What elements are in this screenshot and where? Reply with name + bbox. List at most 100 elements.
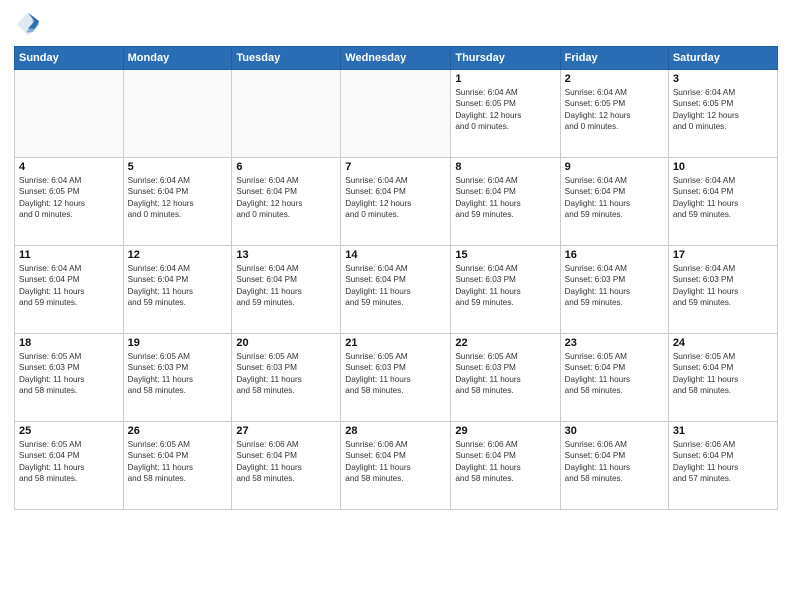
calendar-cell: 5 Sunrise: 6:04 AM Sunset: 6:04 PM Daylig… <box>123 158 232 246</box>
calendar-cell: 26 Sunrise: 6:05 AM Sunset: 6:04 PM Dayli… <box>123 422 232 510</box>
day-number: 30 <box>565 425 664 437</box>
day-number: 9 <box>565 161 664 173</box>
day-number: 28 <box>345 425 446 437</box>
calendar-header-friday: Friday <box>560 47 668 70</box>
day-info: Sunrise: 6:04 AM Sunset: 6:03 PM Dayligh… <box>455 263 555 309</box>
calendar-cell: 30 Sunrise: 6:06 AM Sunset: 6:04 PM Dayli… <box>560 422 668 510</box>
day-number: 25 <box>19 425 119 437</box>
calendar-header-wednesday: Wednesday <box>341 47 451 70</box>
day-info: Sunrise: 6:05 AM Sunset: 6:04 PM Dayligh… <box>673 351 773 397</box>
day-info: Sunrise: 6:05 AM Sunset: 6:03 PM Dayligh… <box>236 351 336 397</box>
day-info: Sunrise: 6:04 AM Sunset: 6:04 PM Dayligh… <box>128 263 228 309</box>
day-number: 16 <box>565 249 664 261</box>
calendar-header-saturday: Saturday <box>668 47 777 70</box>
logo <box>14 10 46 38</box>
calendar-cell: 29Sunrise: 6:06 AM Sunset: 6:04 PM Dayli… <box>451 422 560 510</box>
day-number: 19 <box>128 337 228 349</box>
calendar-cell: 24 Sunrise: 6:05 AM Sunset: 6:04 PM Dayli… <box>668 334 777 422</box>
day-number: 2 <box>565 73 664 85</box>
day-number: 26 <box>128 425 228 437</box>
calendar-cell <box>15 70 124 158</box>
day-info: Sunrise: 6:06 AM Sunset: 6:04 PM Dayligh… <box>345 439 446 485</box>
calendar-cell: 14 Sunrise: 6:04 AM Sunset: 6:04 PM Dayli… <box>341 246 451 334</box>
day-info: Sunrise: 6:06 AM Sunset: 6:04 PM Dayligh… <box>236 439 336 485</box>
day-number: 13 <box>236 249 336 261</box>
day-info: Sunrise: 6:04 AM Sunset: 6:05 PM Dayligh… <box>565 87 664 133</box>
day-info: Sunrise: 6:04 AM Sunset: 6:04 PM Dayligh… <box>19 263 119 309</box>
calendar-cell <box>232 70 341 158</box>
day-info: Sunrise: 6:04 AM Sunset: 6:04 PM Dayligh… <box>565 175 664 221</box>
day-number: 27 <box>236 425 336 437</box>
logo-icon <box>14 10 42 38</box>
calendar-cell: 28 Sunrise: 6:06 AM Sunset: 6:04 PM Dayli… <box>341 422 451 510</box>
day-number: 4 <box>19 161 119 173</box>
calendar-cell: 11 Sunrise: 6:04 AM Sunset: 6:04 PM Dayli… <box>15 246 124 334</box>
calendar-cell: 8 Sunrise: 6:04 AM Sunset: 6:04 PM Daylig… <box>451 158 560 246</box>
header <box>14 10 778 38</box>
calendar-cell: 7 Sunrise: 6:04 AM Sunset: 6:04 PM Daylig… <box>341 158 451 246</box>
day-number: 18 <box>19 337 119 349</box>
day-number: 29 <box>455 425 555 437</box>
calendar-cell: 2 Sunrise: 6:04 AM Sunset: 6:05 PM Daylig… <box>560 70 668 158</box>
calendar-header-thursday: Thursday <box>451 47 560 70</box>
calendar-table: SundayMondayTuesdayWednesdayThursdayFrid… <box>14 46 778 510</box>
day-info: Sunrise: 6:05 AM Sunset: 6:03 PM Dayligh… <box>455 351 555 397</box>
day-number: 5 <box>128 161 228 173</box>
day-info: Sunrise: 6:05 AM Sunset: 6:04 PM Dayligh… <box>128 439 228 485</box>
calendar-cell: 31Sunrise: 6:06 AM Sunset: 6:04 PM Dayli… <box>668 422 777 510</box>
calendar-week-2: 11 Sunrise: 6:04 AM Sunset: 6:04 PM Dayli… <box>15 246 778 334</box>
day-number: 24 <box>673 337 773 349</box>
day-info: Sunrise: 6:05 AM Sunset: 6:03 PM Dayligh… <box>345 351 446 397</box>
calendar-week-4: 25 Sunrise: 6:05 AM Sunset: 6:04 PM Dayli… <box>15 422 778 510</box>
calendar-cell: 18 Sunrise: 6:05 AM Sunset: 6:03 PM Dayli… <box>15 334 124 422</box>
day-number: 23 <box>565 337 664 349</box>
calendar-cell: 27 Sunrise: 6:06 AM Sunset: 6:04 PM Dayli… <box>232 422 341 510</box>
calendar-header-monday: Monday <box>123 47 232 70</box>
day-info: Sunrise: 6:05 AM Sunset: 6:03 PM Dayligh… <box>19 351 119 397</box>
calendar-cell: 13 Sunrise: 6:04 AM Sunset: 6:04 PM Dayli… <box>232 246 341 334</box>
calendar-cell: 3 Sunrise: 6:04 AM Sunset: 6:05 PM Daylig… <box>668 70 777 158</box>
day-number: 11 <box>19 249 119 261</box>
calendar-cell: 21 Sunrise: 6:05 AM Sunset: 6:03 PM Dayli… <box>341 334 451 422</box>
day-info: Sunrise: 6:05 AM Sunset: 6:04 PM Dayligh… <box>565 351 664 397</box>
day-info: Sunrise: 6:04 AM Sunset: 6:04 PM Dayligh… <box>345 175 446 221</box>
day-info: Sunrise: 6:04 AM Sunset: 6:04 PM Dayligh… <box>345 263 446 309</box>
page: SundayMondayTuesdayWednesdayThursdayFrid… <box>0 0 792 612</box>
calendar-header-row: SundayMondayTuesdayWednesdayThursdayFrid… <box>15 47 778 70</box>
calendar-cell: 20 Sunrise: 6:05 AM Sunset: 6:03 PM Dayli… <box>232 334 341 422</box>
day-number: 22 <box>455 337 555 349</box>
day-number: 8 <box>455 161 555 173</box>
calendar-cell: 12Sunrise: 6:04 AM Sunset: 6:04 PM Dayli… <box>123 246 232 334</box>
day-number: 10 <box>673 161 773 173</box>
calendar-header-tuesday: Tuesday <box>232 47 341 70</box>
day-info: Sunrise: 6:05 AM Sunset: 6:03 PM Dayligh… <box>128 351 228 397</box>
day-number: 15 <box>455 249 555 261</box>
day-info: Sunrise: 6:04 AM Sunset: 6:04 PM Dayligh… <box>236 263 336 309</box>
calendar-cell <box>123 70 232 158</box>
day-number: 21 <box>345 337 446 349</box>
calendar-cell: 4Sunrise: 6:04 AM Sunset: 6:05 PM Daylig… <box>15 158 124 246</box>
calendar-week-1: 4Sunrise: 6:04 AM Sunset: 6:05 PM Daylig… <box>15 158 778 246</box>
day-info: Sunrise: 6:04 AM Sunset: 6:04 PM Dayligh… <box>455 175 555 221</box>
day-info: Sunrise: 6:04 AM Sunset: 6:04 PM Dayligh… <box>236 175 336 221</box>
calendar-cell: 10Sunrise: 6:04 AM Sunset: 6:04 PM Dayli… <box>668 158 777 246</box>
day-info: Sunrise: 6:04 AM Sunset: 6:03 PM Dayligh… <box>673 263 773 309</box>
calendar-week-3: 18 Sunrise: 6:05 AM Sunset: 6:03 PM Dayli… <box>15 334 778 422</box>
day-number: 17 <box>673 249 773 261</box>
calendar-week-0: 1Sunrise: 6:04 AM Sunset: 6:05 PM Daylig… <box>15 70 778 158</box>
day-info: Sunrise: 6:06 AM Sunset: 6:04 PM Dayligh… <box>565 439 664 485</box>
day-info: Sunrise: 6:04 AM Sunset: 6:05 PM Dayligh… <box>455 87 555 133</box>
day-number: 14 <box>345 249 446 261</box>
calendar-cell: 25Sunrise: 6:05 AM Sunset: 6:04 PM Dayli… <box>15 422 124 510</box>
day-number: 20 <box>236 337 336 349</box>
calendar-cell: 17 Sunrise: 6:04 AM Sunset: 6:03 PM Dayli… <box>668 246 777 334</box>
calendar-cell: 19 Sunrise: 6:05 AM Sunset: 6:03 PM Dayli… <box>123 334 232 422</box>
calendar-cell <box>341 70 451 158</box>
day-info: Sunrise: 6:04 AM Sunset: 6:05 PM Dayligh… <box>673 87 773 133</box>
calendar-cell: 1Sunrise: 6:04 AM Sunset: 6:05 PM Daylig… <box>451 70 560 158</box>
day-info: Sunrise: 6:04 AM Sunset: 6:03 PM Dayligh… <box>565 263 664 309</box>
day-number: 3 <box>673 73 773 85</box>
day-number: 31 <box>673 425 773 437</box>
day-info: Sunrise: 6:04 AM Sunset: 6:04 PM Dayligh… <box>128 175 228 221</box>
day-number: 7 <box>345 161 446 173</box>
